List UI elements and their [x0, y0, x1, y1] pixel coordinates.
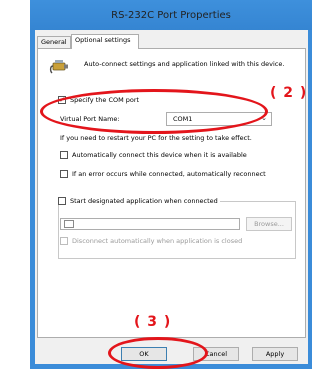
serial-plug-icon: [49, 60, 68, 74]
annotation-label-3: ( 3 ): [134, 314, 172, 330]
auto-reconnect-label: If an error occurs while connected, auto…: [72, 170, 266, 178]
application-path-input[interactable]: [60, 218, 240, 230]
annotation-circle-3: [108, 337, 208, 369]
checkbox-unchecked-icon: [60, 170, 68, 178]
application-icon: [64, 220, 74, 228]
title-bar[interactable]: RS-232C Port Properties: [30, 0, 312, 30]
window-title: RS-232C Port Properties: [111, 10, 231, 21]
restart-note: If you need to restart your PC for the s…: [60, 134, 252, 142]
tab-general[interactable]: General: [37, 36, 71, 48]
tab-optional-settings[interactable]: Optional settings: [71, 34, 139, 49]
auto-reconnect-checkbox[interactable]: If an error occurs while connected, auto…: [60, 170, 266, 178]
apply-button[interactable]: Apply: [252, 347, 298, 361]
browse-button[interactable]: Browse...: [246, 217, 292, 231]
annotation-label-2: ( 2 ): [270, 85, 308, 101]
disconnect-auto-checkbox[interactable]: Disconnect automatically when applicatio…: [60, 237, 242, 245]
checkbox-unchecked-icon: [60, 151, 68, 159]
auto-connect-label: Automatically connect this device when i…: [72, 151, 247, 159]
intro-text: Auto-connect settings and application li…: [84, 60, 285, 68]
annotation-circle-2: [40, 89, 268, 134]
disconnect-auto-label: Disconnect automatically when applicatio…: [72, 237, 243, 245]
designated-app-label: Start designated application when connec…: [70, 197, 218, 205]
designated-app-checkbox[interactable]: Start designated application when connec…: [56, 197, 220, 205]
auto-connect-checkbox[interactable]: Automatically connect this device when i…: [60, 151, 247, 159]
checkbox-unchecked-icon: [58, 197, 66, 205]
checkbox-unchecked-icon: [60, 237, 68, 245]
